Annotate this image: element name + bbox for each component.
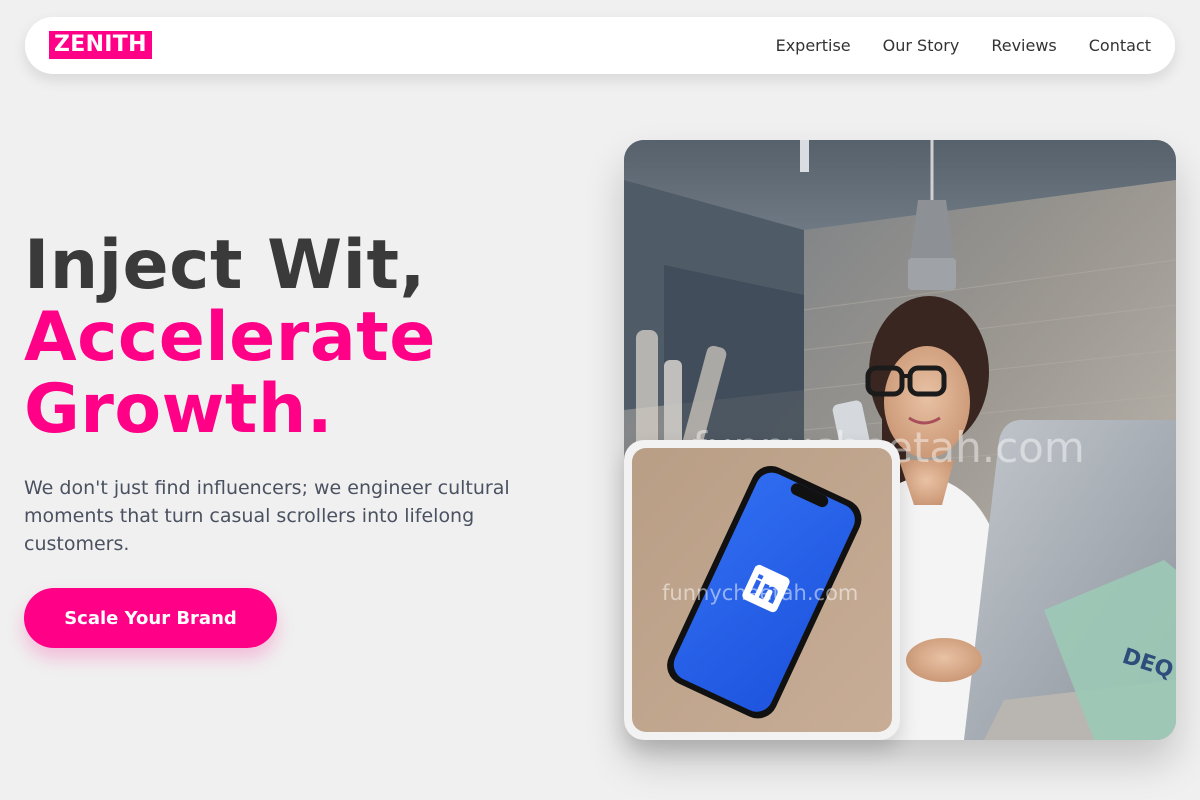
nav-link-our-story[interactable]: Our Story [883, 36, 960, 55]
scale-brand-button[interactable]: Scale Your Brand [24, 588, 277, 648]
hero-subtext: We don't just find influencers; we engin… [24, 477, 510, 555]
headline-line-3: Growth. [24, 370, 334, 449]
top-nav: ZENITH Expertise Our Story Reviews Conta… [25, 17, 1175, 74]
nav-link-expertise[interactable]: Expertise [776, 36, 851, 55]
nav-links: Expertise Our Story Reviews Contact [776, 17, 1151, 74]
headline-line-2: Accelerate [24, 298, 436, 377]
nav-link-contact[interactable]: Contact [1089, 36, 1151, 55]
linkedin-phone-photo-card: in funnycheetah.com [624, 440, 900, 740]
headline-line-1: Inject Wit, [24, 226, 426, 305]
linkedin-phone-photo: in [632, 448, 892, 732]
nav-link-reviews[interactable]: Reviews [991, 36, 1056, 55]
hero-text: Inject Wit, Accelerate Growth. We don't … [24, 230, 584, 558]
hero-headline: Inject Wit, Accelerate Growth. [24, 230, 584, 446]
brand-logo[interactable]: ZENITH [49, 31, 152, 59]
